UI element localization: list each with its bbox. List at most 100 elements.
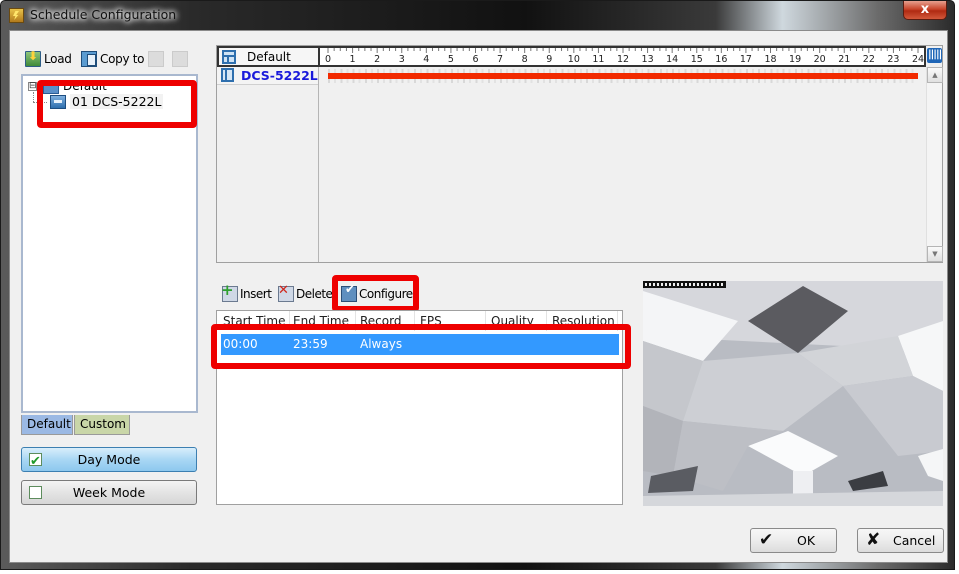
insert-icon [221, 281, 238, 302]
camera-row-label: DCS-5222L [241, 68, 318, 83]
hour-tick-label: 3 [398, 54, 405, 65]
paste-button[interactable] [148, 50, 164, 68]
hour-tick-label: 19 [789, 54, 802, 65]
delete-button[interactable]: Delete [278, 283, 333, 303]
column-divider[interactable] [546, 311, 547, 331]
hour-tick-label: 11 [592, 54, 605, 65]
cell-end-time: 23:59 [293, 337, 328, 351]
remove-button[interactable] [172, 50, 188, 68]
hour-tick-label: 12 [616, 54, 630, 65]
table-header: Start Time End Time Record FPS Quality R… [217, 311, 622, 331]
remove-icon [172, 51, 188, 67]
load-label: Load [44, 52, 72, 66]
close-button[interactable]: x [903, 1, 947, 20]
table-row[interactable]: 00:00 23:59 Always [221, 334, 619, 355]
tree-item-camera[interactable]: 01 DCS-5222L [70, 94, 164, 109]
copy-to-button[interactable]: Copy to [81, 50, 145, 68]
day-mode-label: Day Mode [77, 452, 141, 467]
delete-label: Delete [296, 287, 333, 301]
configure-icon [341, 282, 357, 302]
insert-label: Insert [240, 287, 272, 301]
delete-icon [278, 283, 294, 302]
schedule-bar-track[interactable] [320, 67, 924, 85]
cell-start-time: 00:00 [223, 337, 258, 351]
schedule-name: Default [247, 50, 291, 64]
hour-tick-label: 6 [472, 54, 479, 65]
tree-root-default[interactable]: Default [63, 79, 107, 93]
column-start-time[interactable]: Start Time [223, 314, 286, 328]
schedule-segment-bar[interactable] [328, 73, 918, 79]
column-fps[interactable]: FPS [420, 314, 442, 328]
insert-button[interactable]: Insert [221, 281, 272, 303]
tab-custom[interactable]: Custom [74, 415, 130, 435]
tab-default[interactable]: Default [21, 415, 73, 435]
schedule-table[interactable]: Start Time End Time Record FPS Quality R… [216, 310, 623, 505]
column-quality[interactable]: Quality [491, 314, 534, 328]
ceiling-image [643, 281, 943, 506]
title-bar[interactable]: Schedule Configuration x [1, 1, 954, 30]
tree-connector [33, 102, 47, 103]
camera-row[interactable]: DCS-5222L [217, 67, 318, 85]
camera-row-icon [221, 68, 234, 82]
app-icon [9, 8, 24, 23]
column-end-time[interactable]: End Time [293, 314, 349, 328]
camera-tree[interactable]: ⊟ Default 01 DCS-5222L [21, 74, 198, 413]
hour-tick-label: 18 [764, 54, 777, 65]
week-mode-button[interactable]: Week Mode [21, 480, 197, 505]
cell-record: Always [360, 337, 403, 351]
column-resolution[interactable]: Resolution [552, 314, 615, 328]
schedule-header: Default [217, 46, 319, 67]
hour-tick-label: 7 [497, 54, 504, 65]
cancel-label: Cancel [893, 533, 936, 548]
scroll-down-button[interactable]: ▼ [927, 246, 943, 262]
hour-tick-label: 8 [521, 54, 528, 65]
hour-tick-label: 16 [715, 54, 728, 65]
check-icon: ✔ [759, 530, 774, 550]
x-icon: ✘ [866, 530, 881, 550]
schedule-timeline: Default 0 1 2 3 4 5 6 7 8 9 10 11 12 13 14 15 16 17 18 19 20… [216, 45, 943, 263]
hour-tick-label: 4 [423, 54, 430, 65]
checkbox-checked-icon [29, 450, 42, 473]
column-divider[interactable] [289, 311, 290, 331]
scroll-up-button[interactable]: ▲ [927, 67, 943, 83]
hour-tick-label: 14 [666, 54, 679, 65]
camera-preview [643, 281, 943, 506]
hour-tick-label: 0 [324, 54, 332, 65]
hour-tick-label: 2 [374, 54, 381, 65]
schedule-configuration-window: Schedule Configuration x Load Copy to ⊟ … [0, 0, 955, 570]
hour-tick-label: 24 [911, 54, 925, 65]
copy-to-label: Copy to [100, 52, 145, 66]
hour-tick-label: 1 [349, 54, 356, 65]
camera-row-labels: DCS-5222L [217, 67, 319, 262]
timeline-settings-icon[interactable] [927, 48, 942, 63]
hour-tick-label: 20 [813, 54, 826, 65]
copy-icon [81, 51, 97, 67]
column-record[interactable]: Record [360, 314, 401, 328]
load-icon [25, 49, 41, 67]
tree-connector [33, 92, 34, 102]
camera-icon [50, 95, 66, 109]
window-title: Schedule Configuration [30, 7, 177, 22]
collapse-icon[interactable]: ⊟ [28, 82, 37, 91]
column-divider[interactable] [355, 311, 356, 331]
vertical-scrollbar[interactable]: ▲ ▼ [926, 67, 943, 262]
hour-tick-label: 10 [567, 54, 580, 65]
week-mode-label: Week Mode [72, 485, 146, 500]
dialog-client-area: Load Copy to ⊟ Default 01 DCS-5222L Defa… [9, 30, 948, 563]
column-divider[interactable] [414, 311, 415, 331]
configure-button[interactable]: Configure [341, 282, 413, 303]
hour-tick-label: 13 [641, 54, 654, 65]
column-divider[interactable] [485, 311, 486, 331]
cancel-button[interactable]: ✘ Cancel [857, 528, 944, 553]
hour-tick-label: 5 [447, 54, 454, 65]
day-mode-button[interactable]: Day Mode [21, 447, 197, 473]
load-button[interactable]: Load [25, 49, 72, 68]
hour-tick-label: 21 [838, 54, 851, 65]
column-divider[interactable] [617, 311, 618, 331]
hour-tick-label: 9 [546, 54, 553, 65]
paste-icon [148, 51, 164, 67]
ok-button[interactable]: ✔ OK [750, 528, 837, 553]
hour-ruler: 0 1 2 3 4 5 6 7 8 9 10 11 12 13 14 15 16 17 18 19 20 21 22 23 24 [319, 46, 926, 67]
ok-label: OK [797, 533, 816, 548]
hour-tick-label: 22 [862, 54, 875, 65]
